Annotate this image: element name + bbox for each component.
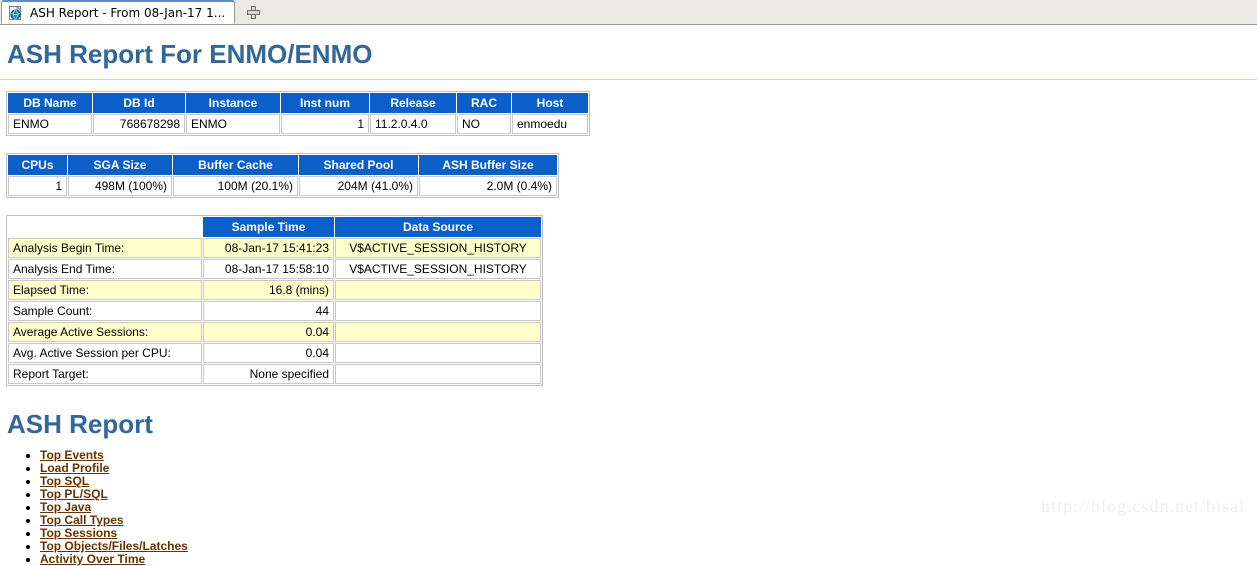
toc-link-load-profile[interactable]: Load Profile [40,461,109,475]
list-item: Top SQL [40,475,1257,488]
cell-instance: ENMO [186,114,280,134]
toc-link-top-sessions[interactable]: Top Sessions [40,526,117,540]
cell-ash-buffer-size: 2.0M (0.4%) [419,176,557,196]
cell-inst-num: 1 [281,114,369,134]
cell-data-source [335,343,541,363]
table-row: ENMO 768678298 ENMO 1 11.2.0.4.0 NO enmo… [8,114,588,134]
toc-link-top-sql[interactable]: Top SQL [40,474,89,488]
cell-sample-time: None specified [203,364,334,384]
cell-sample-time: 0.04 [203,343,334,363]
col-ash-buffer-size: ASH Buffer Size [419,155,557,175]
document-globe-icon [8,5,24,21]
cell-label: Average Active Sessions: [8,322,202,342]
cell-data-source: V$ACTIVE_SESSION_HISTORY [335,238,541,258]
cell-cpus: 1 [8,176,67,196]
cell-label: Avg. Active Session per CPU: [8,343,202,363]
col-cpus: CPUs [8,155,67,175]
browser-tab[interactable]: ASH Report - From 08-Jan-17 1... [1,0,236,24]
table-header-row: Sample Time Data Source [8,217,541,237]
cell-data-source: V$ACTIVE_SESSION_HISTORY [335,259,541,279]
toc-link-top-events[interactable]: Top Events [40,448,104,462]
cell-sample-time: 44 [203,301,334,321]
cell-host: enmoedu [512,114,588,134]
cell-sample-time: 08-Jan-17 15:41:23 [203,238,334,258]
memory-config-table: CPUs SGA Size Buffer Cache Shared Pool A… [6,153,559,198]
toc-link-top-objects-files-latches[interactable]: Top Objects/Files/Latches [40,539,188,553]
cell-buffer-cache: 100M (20.1%) [173,176,298,196]
col-buffer-cache: Buffer Cache [173,155,298,175]
list-item: Activity Over Time [40,553,1257,566]
section-title: ASH Report [7,409,153,439]
db-info-table: DB Name DB Id Instance Inst num Release … [6,91,590,136]
report-page: ASH Report For ENMO/ENMO DB Name DB Id I… [0,39,1257,566]
cell-db-id: 768678298 [93,114,185,134]
cell-release: 11.2.0.4.0 [370,114,456,134]
col-release: Release [370,93,456,113]
title-divider [0,79,1257,80]
col-db-id: DB Id [93,93,185,113]
toc-link-top-plsql[interactable]: Top PL/SQL [40,487,108,501]
list-item: Top Events [40,449,1257,462]
col-blank [8,217,202,237]
col-data-source: Data Source [335,217,541,237]
cell-data-source [335,364,541,384]
col-instance: Instance [186,93,280,113]
toc-link-top-java[interactable]: Top Java [40,500,91,514]
col-rac: RAC [457,93,511,113]
cell-sample-time: 16.8 (mins) [203,280,334,300]
list-item: Top Sessions [40,527,1257,540]
cell-label: Analysis End Time: [8,259,202,279]
cell-label: Elapsed Time: [8,280,202,300]
new-tab-button[interactable] [239,1,267,23]
page-title: ASH Report For ENMO/ENMO [7,39,373,69]
table-row: Sample Count: 44 [8,301,541,321]
table-row: Average Active Sessions: 0.04 [8,322,541,342]
table-row: 1 498M (100%) 100M (20.1%) 204M (41.0%) … [8,176,557,196]
cell-sga-size: 498M (100%) [68,176,172,196]
cell-data-source [335,280,541,300]
cell-rac: NO [457,114,511,134]
col-shared-pool: Shared Pool [299,155,418,175]
cell-label: Sample Count: [8,301,202,321]
plus-icon [246,5,260,19]
table-row: Report Target: None specified [8,364,541,384]
watermark-text: http://blog.csdn.net/bisal [1041,496,1245,516]
table-row: Analysis End Time: 08-Jan-17 15:58:10 V$… [8,259,541,279]
col-inst-num: Inst num [281,93,369,113]
table-row: Elapsed Time: 16.8 (mins) [8,280,541,300]
cell-data-source [335,301,541,321]
cell-label: Report Target: [8,364,202,384]
cell-db-name: ENMO [8,114,92,134]
analysis-summary-table: Sample Time Data Source Analysis Begin T… [6,215,543,386]
table-row: Avg. Active Session per CPU: 0.04 [8,343,541,363]
cell-sample-time: 08-Jan-17 15:58:10 [203,259,334,279]
table-header-row: DB Name DB Id Instance Inst num Release … [8,93,588,113]
cell-label: Analysis Begin Time: [8,238,202,258]
browser-tab-title: ASH Report - From 08-Jan-17 1... [30,5,226,20]
col-db-name: DB Name [8,93,92,113]
cell-data-source [335,322,541,342]
col-sample-time: Sample Time [203,217,334,237]
cell-shared-pool: 204M (41.0%) [299,176,418,196]
col-sga-size: SGA Size [68,155,172,175]
cell-sample-time: 0.04 [203,322,334,342]
list-item: Top Objects/Files/Latches [40,540,1257,553]
table-row: Analysis Begin Time: 08-Jan-17 15:41:23 … [8,238,541,258]
table-header-row: CPUs SGA Size Buffer Cache Shared Pool A… [8,155,557,175]
list-item: Load Profile [40,462,1257,475]
toc-link-activity-over-time[interactable]: Activity Over Time [40,552,145,566]
browser-tabstrip: ASH Report - From 08-Jan-17 1... [0,0,1257,25]
col-host: Host [512,93,588,113]
toc-link-top-call-types[interactable]: Top Call Types [40,513,124,527]
